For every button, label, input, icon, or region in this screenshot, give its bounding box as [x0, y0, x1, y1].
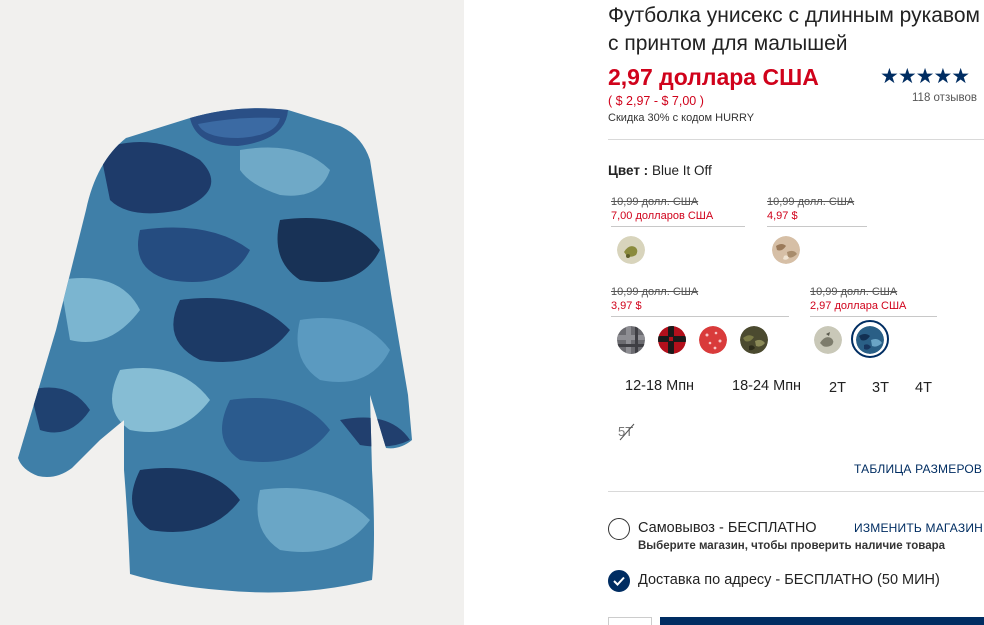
- swatch-blue-camo[interactable]: [856, 326, 884, 354]
- old-price: 10,99 долл. США: [611, 196, 699, 208]
- group-divider: [767, 226, 867, 227]
- swatch-red-dots[interactable]: [699, 326, 727, 354]
- swatch-gray-dino[interactable]: [814, 326, 842, 354]
- price-group-3: 10,99 долл. США 3,97 $: [611, 285, 698, 313]
- old-price: 10,99 долл. США: [810, 286, 898, 298]
- sale-price: 4,97 $: [767, 210, 798, 222]
- group-divider: [611, 226, 745, 227]
- swatch-dino-green[interactable]: [617, 236, 645, 264]
- rating-stars[interactable]: ★★★★★: [880, 64, 970, 89]
- promo-text: Скидка 30% с кодом HURRY: [608, 112, 755, 124]
- old-price: 10,99 долл. США: [611, 286, 699, 298]
- color-label: Цвет : Blue It Off: [608, 163, 712, 178]
- swatch-camo-beige[interactable]: [772, 236, 800, 264]
- group-divider: [810, 316, 937, 317]
- product-title: Футболка унисекс с длинным рукавом с при…: [608, 4, 980, 55]
- divider: [608, 139, 984, 140]
- size-12-18m[interactable]: 12-18 Мпн: [625, 378, 694, 394]
- color-label-title: Цвет :: [608, 163, 649, 178]
- swatch-red-plaid[interactable]: [658, 326, 686, 354]
- sale-price: 7,00 долларов США: [611, 210, 714, 222]
- swatch-gray-plaid[interactable]: [617, 326, 645, 354]
- camo-shirt-illustration: [0, 0, 464, 625]
- size-18-24m[interactable]: 18-24 Мпн: [732, 378, 801, 394]
- sale-price: 2,97 доллара США: [810, 300, 907, 312]
- group-divider: [611, 316, 789, 317]
- product-info: Футболка унисекс с длинным рукавом с при…: [608, 0, 984, 625]
- size-chart-link[interactable]: ТАБЛИЦА РАЗМЕРОВ: [854, 462, 982, 476]
- price-group-2: 10,99 долл. США 4,97 $: [767, 195, 854, 223]
- color-value: Blue It Off: [651, 163, 712, 178]
- price-group-1: 10,99 долл. США 7,00 долларов США: [611, 195, 713, 223]
- product-price: 2,97 доллара США: [608, 64, 819, 90]
- size-4t[interactable]: 4T: [915, 380, 932, 396]
- size-unavailable-strike-icon: [619, 423, 635, 441]
- sale-price: 3,97 $: [611, 300, 642, 312]
- swatch-green-camo[interactable]: [740, 326, 768, 354]
- reviews-count[interactable]: 118 отзывов: [912, 92, 977, 104]
- product-image: [0, 0, 464, 625]
- price-range: ( $ 2,97 - $ 7,00 ): [608, 94, 704, 108]
- old-price: 10,99 долл. США: [767, 196, 855, 208]
- size-2t[interactable]: 2T: [829, 380, 846, 396]
- size-3t[interactable]: 3T: [872, 380, 889, 396]
- price-group-4: 10,99 долл. США 2,97 доллара США: [810, 285, 906, 313]
